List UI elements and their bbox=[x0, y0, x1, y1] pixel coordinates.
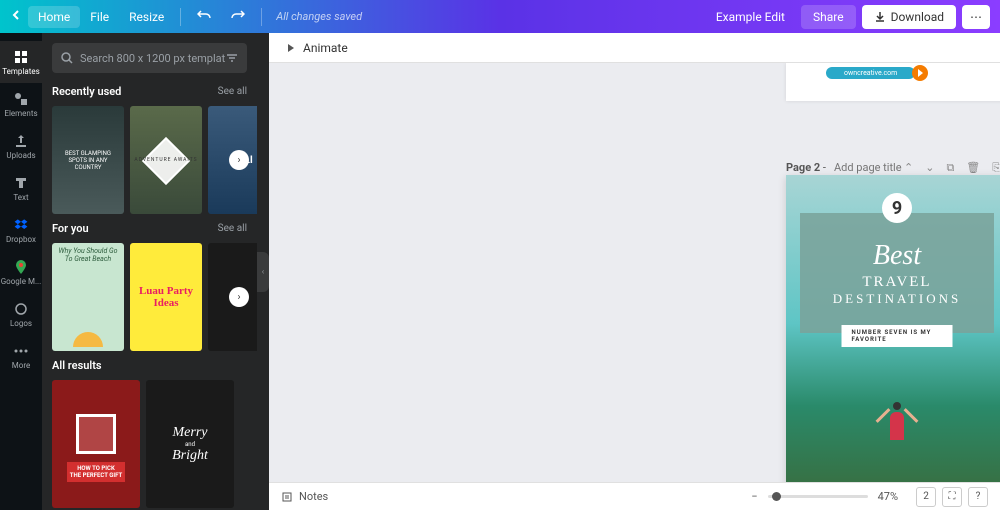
page-up-icon[interactable]: ⌃ bbox=[904, 161, 913, 175]
back-icon[interactable] bbox=[10, 9, 22, 24]
template-thumb[interactable]: MerryandBright bbox=[146, 380, 234, 508]
next-button[interactable]: › bbox=[229, 150, 249, 170]
subtitle-bar[interactable]: NUMBER SEVEN IS MY FAVORITE bbox=[842, 325, 953, 347]
logos-icon bbox=[13, 301, 29, 317]
uploads-icon bbox=[13, 133, 29, 149]
notes-button[interactable]: Notes bbox=[281, 490, 328, 503]
zoom-min-icon: − bbox=[751, 490, 757, 503]
undo-button[interactable] bbox=[187, 8, 221, 25]
person-graphic[interactable] bbox=[883, 402, 911, 447]
all-thumbs: HOW TO PICKTHE PERFECT GIFT MerryandBrig… bbox=[52, 380, 247, 508]
text-destinations[interactable]: DESTINATIONS bbox=[833, 291, 961, 307]
fullscreen-button[interactable]: ⛶ bbox=[942, 487, 962, 507]
panel-collapse[interactable]: ‹ bbox=[257, 33, 269, 510]
template-thumb[interactable]: Luau Party Ideas bbox=[130, 243, 202, 351]
side-rail: Templates Elements Uploads Text Dropbox … bbox=[0, 33, 42, 510]
templates-panel: Recently used See all BEST GLAMPING SPOTS… bbox=[42, 33, 257, 510]
top-bar: Home File Resize All changes saved Examp… bbox=[0, 0, 1000, 33]
page-1-preview[interactable]: owncreative.com bbox=[786, 63, 1000, 101]
search-input[interactable] bbox=[80, 52, 225, 65]
rail-elements[interactable]: Elements bbox=[0, 83, 42, 125]
save-status: All changes saved bbox=[276, 10, 362, 23]
page-count-button[interactable]: 2 bbox=[916, 487, 936, 507]
section-title-foryou: For you bbox=[52, 222, 89, 235]
page-label: Page 2 - bbox=[786, 161, 826, 174]
page1-url: owncreative.com bbox=[826, 67, 915, 79]
rail-more[interactable]: More bbox=[0, 335, 42, 377]
notes-icon bbox=[281, 491, 293, 503]
foryou-thumbs: Why You Should Go To Great Beach Luau Pa… bbox=[52, 243, 247, 351]
google-maps-icon bbox=[13, 259, 29, 275]
zoom-knob[interactable] bbox=[772, 492, 781, 501]
canvas-scroll[interactable]: owncreative.com Page 2 - ⌃ ⌄ ⧉ 🗑 ⎘ ↻ 9 B… bbox=[269, 63, 1000, 482]
add-page-icon[interactable]: ⎘ bbox=[992, 161, 1000, 175]
recent-thumbs: BEST GLAMPING SPOTS IN ANY COUNTRY ADVEN… bbox=[52, 106, 247, 214]
zoom-value[interactable]: 47% bbox=[878, 490, 898, 503]
badge-number[interactable]: 9 bbox=[882, 193, 912, 223]
resize-menu[interactable]: Resize bbox=[119, 10, 174, 24]
text-best[interactable]: Best bbox=[873, 240, 921, 272]
zoom-slider[interactable] bbox=[768, 495, 868, 498]
text-travel[interactable]: TRAVEL bbox=[862, 274, 931, 291]
section-title-all: All results bbox=[52, 359, 102, 372]
see-all-foryou[interactable]: See all bbox=[218, 223, 247, 234]
rail-dropbox[interactable]: Dropbox bbox=[0, 209, 42, 251]
divider bbox=[261, 8, 262, 26]
more-icon bbox=[13, 343, 29, 359]
share-button[interactable]: Share bbox=[801, 5, 856, 29]
rail-google[interactable]: Google M... bbox=[0, 251, 42, 293]
animate-button[interactable]: Animate bbox=[303, 41, 348, 55]
doc-name[interactable]: Example Edit bbox=[706, 10, 795, 24]
see-all-recent[interactable]: See all bbox=[218, 86, 247, 97]
help-button[interactable]: ? bbox=[968, 487, 988, 507]
next-button[interactable]: › bbox=[229, 287, 249, 307]
download-button[interactable]: Download bbox=[862, 5, 956, 29]
text-icon bbox=[13, 175, 29, 191]
download-label: Download bbox=[891, 10, 944, 24]
divider bbox=[180, 8, 181, 26]
template-thumb[interactable]: HOW TO PICKTHE PERFECT GIFT bbox=[52, 380, 140, 508]
rail-uploads[interactable]: Uploads bbox=[0, 125, 42, 167]
section-title-recent: Recently used bbox=[52, 85, 121, 98]
copy-page-icon[interactable]: ⧉ bbox=[946, 161, 954, 175]
search-box[interactable] bbox=[52, 43, 247, 73]
template-thumb[interactable]: Why You Should Go To Great Beach bbox=[52, 243, 124, 351]
rail-templates[interactable]: Templates bbox=[0, 41, 42, 83]
play-icon bbox=[912, 65, 928, 81]
template-thumb[interactable]: ADVENTURE AWAITS bbox=[130, 106, 202, 214]
dropbox-icon bbox=[13, 217, 29, 233]
animate-icon bbox=[283, 41, 297, 55]
rail-logos[interactable]: Logos bbox=[0, 293, 42, 335]
more-button[interactable]: ⋯ bbox=[962, 5, 990, 29]
elements-icon bbox=[13, 91, 29, 107]
canvas-area: Animate owncreative.com Page 2 - ⌃ ⌄ ⧉ 🗑… bbox=[269, 33, 1000, 510]
rail-text[interactable]: Text bbox=[0, 167, 42, 209]
filter-icon[interactable] bbox=[225, 51, 239, 65]
delete-page-icon[interactable]: 🗑 bbox=[966, 161, 980, 175]
templates-icon bbox=[13, 49, 29, 65]
home-button[interactable]: Home bbox=[28, 6, 80, 28]
search-icon bbox=[60, 51, 74, 65]
bottom-bar: Notes − 47% 2 ⛶ ? bbox=[269, 482, 1000, 510]
redo-button[interactable] bbox=[221, 8, 255, 25]
file-menu[interactable]: File bbox=[80, 10, 119, 24]
canvas-toolbar: Animate bbox=[269, 33, 1000, 63]
text-box[interactable]: Best TRAVEL DESTINATIONS bbox=[800, 213, 994, 333]
page-down-icon[interactable]: ⌄ bbox=[925, 161, 934, 175]
download-icon bbox=[874, 11, 886, 23]
template-thumb[interactable]: BEST GLAMPING SPOTS IN ANY COUNTRY bbox=[52, 106, 124, 214]
page-2-canvas[interactable]: 9 Best TRAVEL DESTINATIONS NUMBER SEVEN … bbox=[786, 175, 1000, 482]
